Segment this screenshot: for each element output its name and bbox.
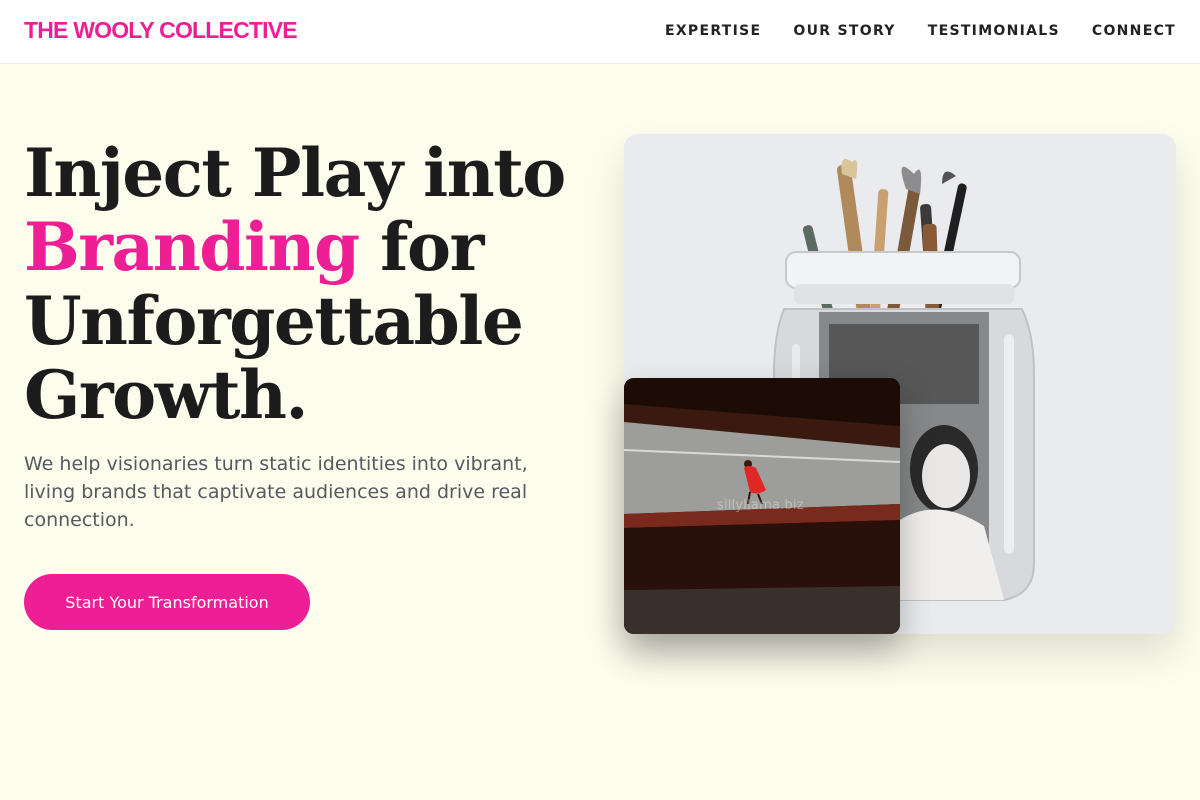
hero-subtext: We help visionaries turn static identiti… <box>24 453 528 531</box>
headline-accent: Branding <box>24 208 360 286</box>
hero-headline: Inject Play into Branding for Unforgetta… <box>24 136 584 432</box>
nav-item-connect[interactable]: CONNECT <box>1092 23 1176 39</box>
brand-logo[interactable]: THE WOOLY COLLECTIVE <box>24 17 298 44</box>
main-nav: EXPERTISE OUR STORY TESTIMONIALS CONNECT <box>665 23 1176 39</box>
image-watermark: sillyllama.biz <box>717 498 804 513</box>
nav-item-expertise[interactable]: EXPERTISE <box>665 23 761 39</box>
headline-part1: Inject Play into <box>24 134 566 212</box>
start-transformation-button[interactable]: Start Your Transformation <box>24 574 310 630</box>
nav-item-testimonials[interactable]: TESTIMONIALS <box>928 23 1060 39</box>
site-header: THE WOOLY COLLECTIVE EXPERTISE OUR STORY… <box>0 0 1200 64</box>
nav-item-our-story[interactable]: OUR STORY <box>793 23 895 39</box>
